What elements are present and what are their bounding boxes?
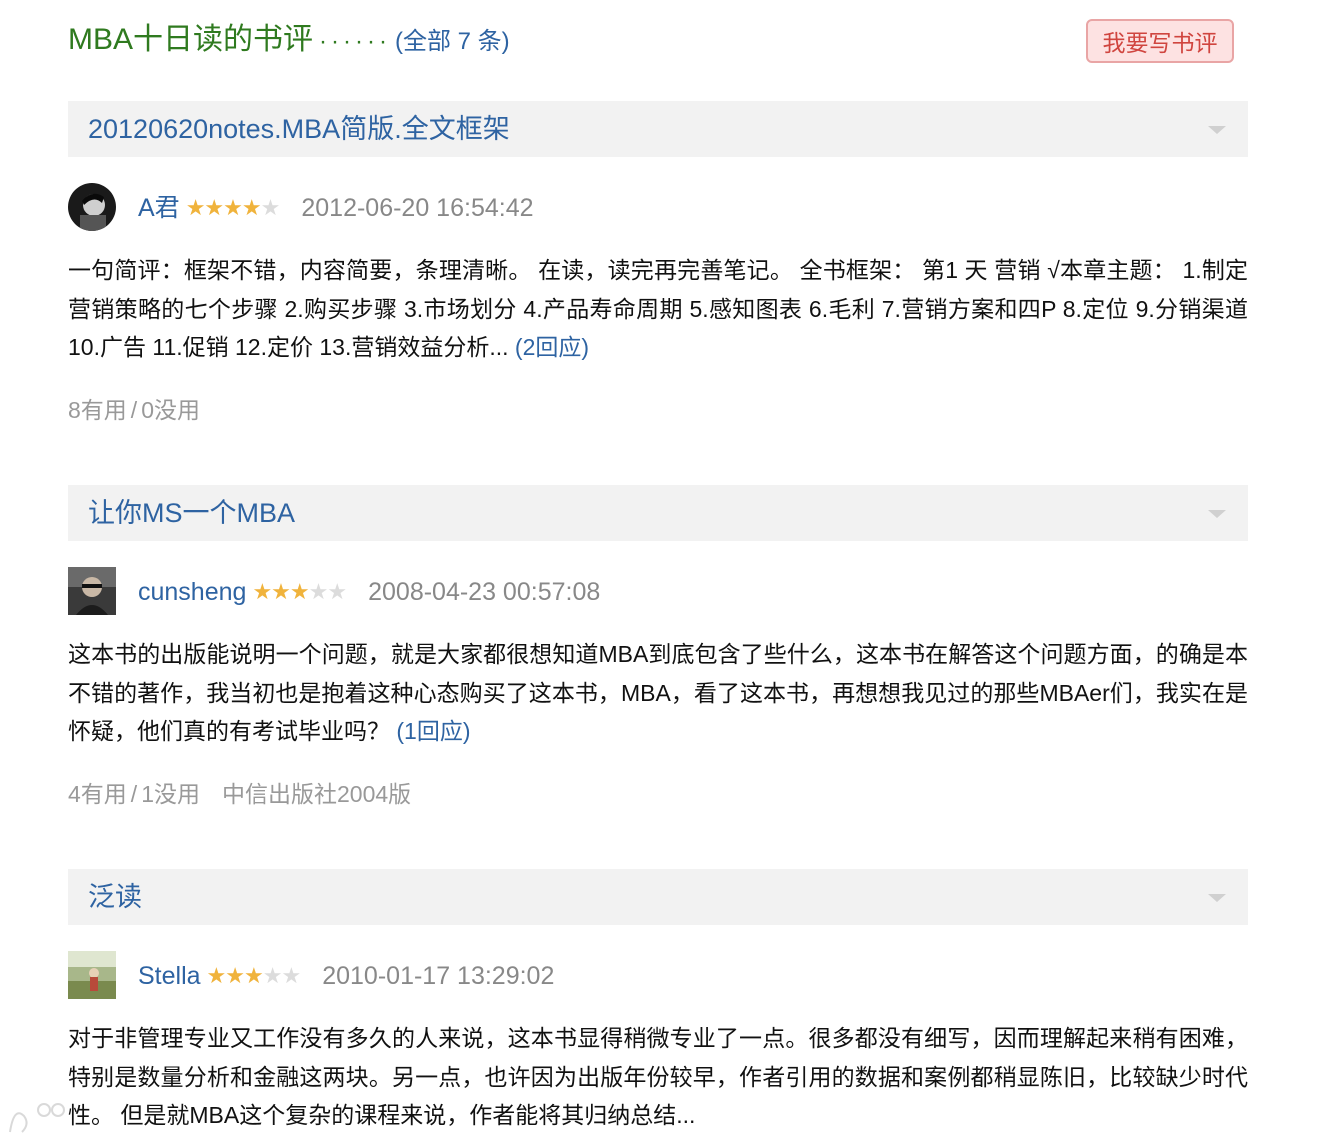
review-item: 让你MS一个MBA cunsheng ★★★★★ 2008-04-23 00:5… [68, 485, 1248, 809]
star-icon: ★ [289, 579, 310, 604]
rating-stars: ★★★★★ [252, 575, 347, 609]
author-name-link[interactable]: A君 [138, 191, 180, 225]
review-body: 对于非管理专业又工作没有多久的人来说，这本书显得稍微专业了一点。很多都没有细写，… [68, 1019, 1248, 1135]
review-body-text: 对于非管理专业又工作没有多久的人来说，这本书显得稍微专业了一点。很多都没有细写，… [68, 1025, 1248, 1128]
avatar[interactable] [68, 567, 116, 615]
useful-count[interactable]: 8有用 [68, 397, 127, 423]
review-title-bar: 20120620notes.MBA简版.全文框架 [68, 101, 1248, 157]
review-date: 2010-01-17 13:29:02 [322, 962, 555, 990]
reply-count-link[interactable]: (2回应) [515, 334, 589, 360]
review-title-bar: 泛读 [68, 869, 1248, 925]
star-icon: ★ [225, 963, 245, 988]
star-icon: ★ [204, 195, 224, 220]
star-icon: ★ [252, 579, 272, 604]
star-icon: ★ [185, 195, 206, 220]
useless-count[interactable]: 1没用 [141, 781, 200, 807]
author-name-link[interactable]: cunsheng [138, 575, 246, 609]
section-title: MBA十日读的书评 ······ (全部 7 条) [68, 20, 510, 62]
review-meta: A君 ★★★★★ 2012-06-20 16:54:42 [68, 183, 1248, 233]
review-body-text: 一句简评：框架不错，内容简要，条理清晰。 在读，读完再完善笔记。 全书框架： 第… [68, 257, 1248, 360]
chevron-down-icon[interactable] [1208, 510, 1226, 518]
chevron-down-icon[interactable] [1208, 894, 1226, 902]
star-icon: ★ [308, 579, 329, 604]
author-name-link[interactable]: Stella [138, 959, 201, 993]
rating-stars: ★★★★★ [206, 959, 302, 993]
reviews-header: MBA十日读的书评 ······ (全部 7 条) 我要写书评 [68, 18, 1248, 66]
review-author-line: A君 ★★★★★ 2012-06-20 16:54:42 [138, 191, 534, 225]
star-icon: ★ [262, 963, 283, 988]
star-icon: ★ [244, 963, 264, 988]
useful-count[interactable]: 4有用 [68, 781, 127, 807]
review-title-link[interactable]: 泛读 [88, 877, 142, 917]
review-title-link[interactable]: 20120620notes.MBA简版.全文框架 [88, 109, 510, 149]
edition-info: 中信出版社2004版 [221, 780, 412, 807]
review-title-bar: 让你MS一个MBA [68, 485, 1248, 541]
all-reviews-link[interactable]: (全部 7 条) [395, 28, 510, 55]
review-meta: cunsheng ★★★★★ 2008-04-23 00:57:08 [68, 567, 1248, 617]
review-meta: Stella ★★★★★ 2010-01-17 13:29:02 [68, 951, 1248, 1001]
star-icon: ★ [260, 195, 281, 220]
chevron-down-icon[interactable] [1208, 126, 1226, 134]
avatar[interactable] [68, 183, 116, 231]
star-icon: ★ [271, 579, 291, 604]
watermark-logo [0, 1092, 200, 1138]
review-votes: 4有用/1没用 中信出版社2004版 [68, 775, 1248, 809]
star-icon: ★ [281, 963, 301, 988]
review-votes: 8有用/0没用 [68, 391, 1248, 425]
write-review-button[interactable]: 我要写书评 [1086, 19, 1234, 63]
rating-stars: ★★★★★ [185, 191, 281, 225]
review-item: 20120620notes.MBA简版.全文框架 A君 ★★★★★ 2012-0… [68, 101, 1248, 425]
review-author-line: Stella ★★★★★ 2010-01-17 13:29:02 [138, 959, 554, 993]
review-author-line: cunsheng ★★★★★ 2008-04-23 00:57:08 [138, 575, 600, 609]
review-item: 泛读 Stella ★★★★★ 2010-01-17 13:29:02 对于非管… [68, 869, 1248, 1135]
star-icon: ★ [223, 195, 243, 220]
vote-separator: / [130, 780, 138, 807]
review-body: 这本书的出版能说明一个问题，就是大家都很想知道MBA到底包含了些什么，这本书在解… [68, 635, 1248, 751]
star-icon: ★ [327, 579, 347, 604]
useless-count[interactable]: 0没用 [141, 397, 200, 423]
review-date: 2008-04-23 00:57:08 [368, 578, 601, 606]
review-title-link[interactable]: 让你MS一个MBA [88, 493, 295, 533]
title-dots: ······ [319, 28, 391, 55]
avatar[interactable] [68, 951, 116, 999]
reply-count-link[interactable]: (1回应) [396, 718, 470, 744]
section-title-text: MBA十日读的书评 [68, 23, 314, 56]
star-icon: ★ [241, 195, 262, 220]
vote-separator: / [130, 396, 138, 423]
star-icon: ★ [206, 963, 227, 988]
review-body: 一句简评：框架不错，内容简要，条理清晰。 在读，读完再完善笔记。 全书框架： 第… [68, 251, 1248, 367]
review-date: 2012-06-20 16:54:42 [301, 194, 534, 222]
review-body-text: 这本书的出版能说明一个问题，就是大家都很想知道MBA到底包含了些什么，这本书在解… [68, 641, 1248, 744]
